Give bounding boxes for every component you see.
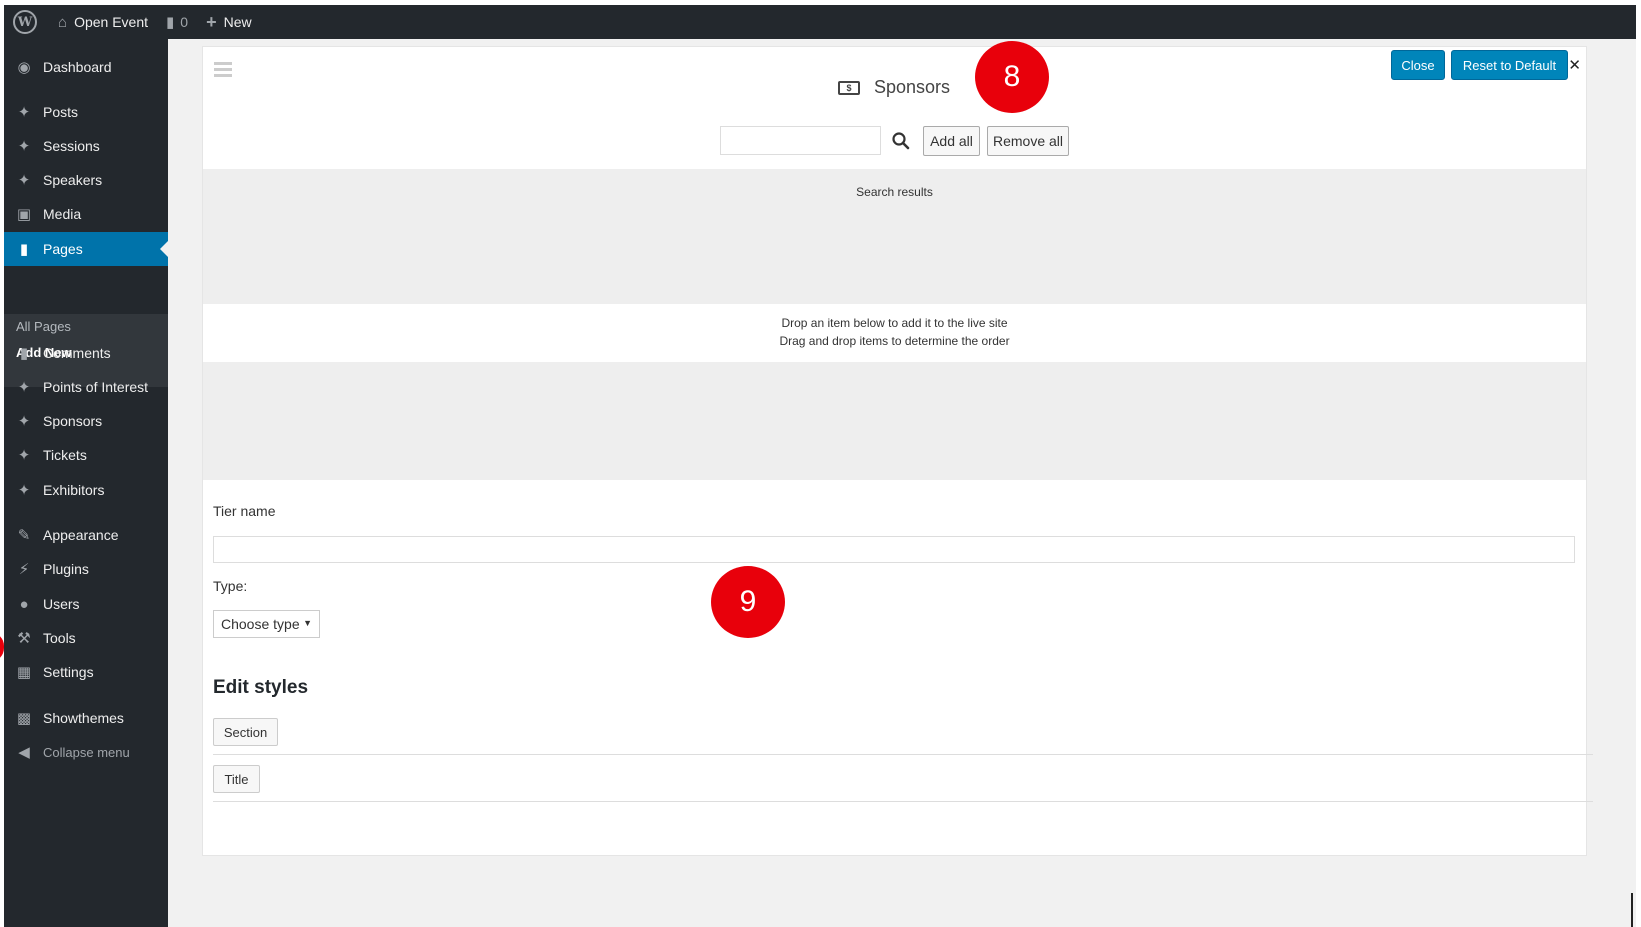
sponsors-widget-panel: $ Sponsors Close Reset to Default ✕ Add …: [202, 46, 1593, 856]
admin-sidebar: ◉ Dashboard ✦ Posts ✦ Sessions ✦ Speaker…: [4, 39, 168, 927]
pages-icon: ▮: [19, 241, 29, 258]
divider: [213, 754, 1593, 755]
sidebar-item-sponsors[interactable]: ✦ Sponsors: [4, 404, 168, 438]
sidebar-item-label: Speakers: [43, 172, 103, 188]
comment-bubble-icon: ▮: [166, 14, 175, 31]
admin-bar: W ⌂ Open Event ▮ 0 + New: [4, 5, 1636, 39]
annotation-marker-8: 8: [975, 41, 1049, 113]
sidebar-item-label: Users: [43, 596, 80, 612]
sidebar-item-label: Showthemes: [43, 710, 124, 726]
sidebar-item-dashboard[interactable]: ◉ Dashboard: [4, 50, 168, 84]
panel-title-text: Sponsors: [874, 77, 951, 97]
collapse-menu-button[interactable]: ◀ Collapse menu: [4, 735, 168, 769]
pin-icon: ✦: [17, 447, 31, 464]
image-icon: ▩: [16, 710, 32, 727]
sidebar-item-label: Sessions: [43, 138, 100, 154]
media-icon: ▣: [16, 206, 32, 223]
type-select[interactable]: Choose type ▼: [213, 610, 320, 638]
search-results-area: Search results: [203, 169, 1586, 304]
wordpress-icon: W: [13, 10, 37, 34]
sidebar-item-label: Comments: [43, 345, 111, 361]
tier-name-input[interactable]: [213, 536, 1575, 563]
sidebar-item-exhibitors[interactable]: ✦ Exhibitors: [4, 473, 168, 507]
pin-icon: ✦: [17, 104, 31, 121]
sidebar-item-label: Media: [43, 206, 82, 222]
comments-count: 0: [180, 14, 189, 30]
tier-name-label: Tier name: [213, 503, 276, 519]
pin-icon: ✦: [17, 172, 31, 189]
wordpress-logo-button[interactable]: W: [4, 5, 46, 39]
drag-handle-icon[interactable]: [214, 62, 232, 80]
sidebar-item-tools[interactable]: ⚒ Tools: [4, 621, 168, 655]
new-content-link[interactable]: + New: [197, 5, 261, 39]
wrench-icon: ⚒: [17, 630, 31, 647]
dashboard-icon: ◉: [17, 59, 31, 76]
text-cursor: [1631, 893, 1633, 927]
brush-icon: ✎: [17, 527, 31, 544]
user-icon: ●: [19, 595, 29, 613]
panel-title: $ Sponsors: [838, 77, 950, 98]
close-icon[interactable]: ✕: [1568, 56, 1581, 74]
pin-icon: ✦: [17, 379, 31, 396]
sidebar-item-media[interactable]: ▣ Media: [4, 197, 168, 231]
home-icon: ⌂: [58, 13, 68, 31]
site-name-link[interactable]: ⌂ Open Event: [46, 5, 157, 39]
collapse-arrow-icon: ◀: [18, 744, 30, 761]
site-name: Open Event: [74, 14, 148, 30]
settings-icon: ▦: [16, 664, 32, 681]
comment-icon: ▮: [19, 345, 29, 362]
sidebar-item-plugins[interactable]: ⚡ Plugins: [4, 552, 168, 586]
annotation-marker-9: 9: [711, 566, 785, 638]
add-all-button[interactable]: Add all: [923, 126, 980, 156]
reset-to-default-button[interactable]: Reset to Default: [1451, 50, 1568, 80]
sidebar-item-points-of-interest[interactable]: ✦ Points of Interest: [4, 370, 168, 404]
title-style-button[interactable]: Title: [213, 765, 260, 793]
drop-hint-text: Drop an item below to add it to the live…: [781, 316, 1008, 330]
sidebar-item-showthemes[interactable]: ▩ Showthemes: [4, 701, 168, 735]
sidebar-item-label: Sponsors: [43, 413, 103, 429]
sidebar-item-users[interactable]: ● Users: [4, 587, 168, 621]
sidebar-item-label: Tools: [43, 630, 76, 646]
sidebar-item-speakers[interactable]: ✦ Speakers: [4, 163, 168, 197]
sidebar-item-sessions[interactable]: ✦ Sessions: [4, 129, 168, 163]
sidebar-item-label: Settings: [43, 664, 94, 680]
search-input[interactable]: [720, 126, 881, 155]
sidebar-item-label: Dashboard: [43, 59, 112, 75]
edit-styles-heading: Edit styles: [213, 677, 309, 698]
section-style-button[interactable]: Section: [213, 718, 278, 746]
remove-all-button[interactable]: Remove all: [987, 126, 1069, 156]
close-button[interactable]: Close: [1391, 50, 1445, 80]
comments-link[interactable]: ▮ 0: [157, 5, 197, 39]
plugin-icon: ⚡: [18, 561, 30, 578]
submenu-all-pages[interactable]: All Pages: [16, 319, 71, 334]
pin-icon: ✦: [17, 413, 31, 430]
sidebar-item-posts[interactable]: ✦ Posts: [4, 95, 168, 129]
sidebar-item-label: Plugins: [43, 561, 89, 577]
sidebar-item-label: Exhibitors: [43, 482, 105, 498]
type-select-value: Choose type: [221, 616, 300, 632]
sidebar-item-label: Tickets: [43, 447, 87, 463]
type-label: Type:: [213, 578, 248, 594]
sidebar-item-label: Points of Interest: [43, 379, 149, 395]
sidebar-item-tickets[interactable]: ✦ Tickets: [4, 438, 168, 472]
search-results-label: Search results: [856, 185, 933, 199]
plus-icon: +: [206, 11, 217, 32]
sidebar-item-settings[interactable]: ▦ Settings: [4, 655, 168, 689]
sidebar-item-pages[interactable]: ▮ Pages: [4, 232, 168, 266]
drop-zone[interactable]: [203, 362, 1586, 480]
sidebar-item-label: Posts: [43, 104, 79, 120]
sidebar-item-label: Appearance: [43, 527, 119, 543]
chevron-down-icon: ▼: [303, 618, 312, 628]
money-icon: $: [838, 80, 860, 95]
sidebar-item-appearance[interactable]: ✎ Appearance: [4, 518, 168, 552]
sidebar-item-comments[interactable]: ▮ Comments: [4, 336, 168, 370]
search-icon[interactable]: [891, 131, 911, 151]
pin-icon: ✦: [17, 482, 31, 499]
pin-icon: ✦: [17, 138, 31, 155]
divider: [213, 801, 1593, 802]
drag-hint-text: Drag and drop items to determine the ord…: [779, 334, 1010, 348]
sidebar-item-label: Pages: [43, 241, 83, 257]
collapse-menu-label: Collapse menu: [43, 744, 130, 760]
new-label: New: [223, 14, 252, 30]
